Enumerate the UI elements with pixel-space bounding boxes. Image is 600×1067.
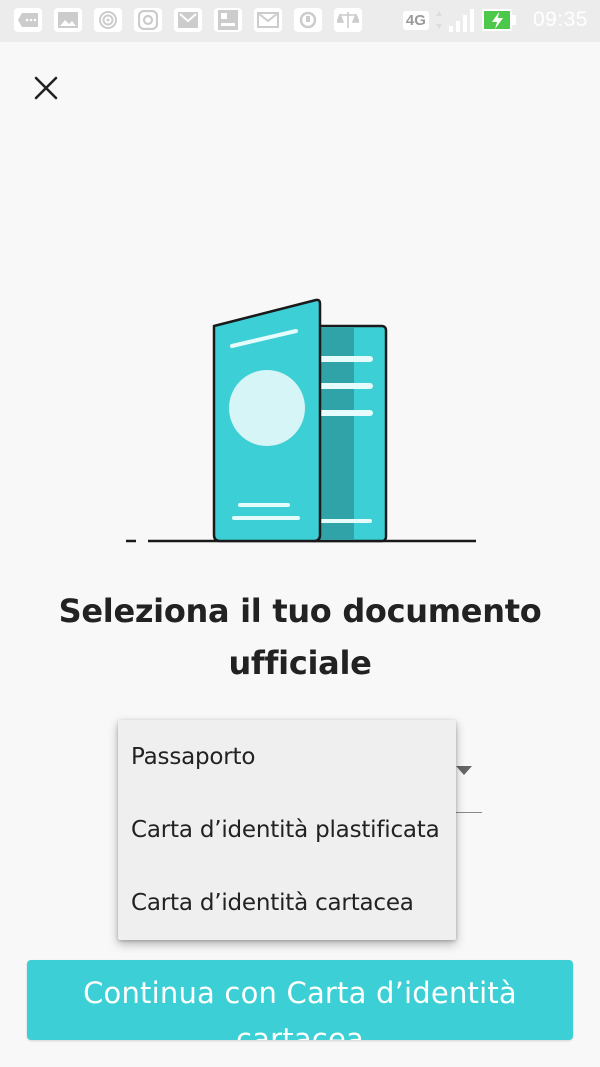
gmail-icon bbox=[174, 8, 202, 32]
status-bar: 4G 09:35 bbox=[0, 0, 600, 42]
dropdown-arrow-icon[interactable] bbox=[456, 766, 472, 775]
system-status: 4G 09:35 bbox=[402, 8, 588, 32]
signal-icon bbox=[448, 9, 474, 32]
gallery-icon bbox=[54, 8, 82, 32]
mail-icon bbox=[254, 8, 282, 32]
instagram-icon bbox=[134, 8, 162, 32]
page-title: Seleziona il tuo documento ufficiale bbox=[58, 592, 542, 682]
data-arrows-icon bbox=[435, 11, 442, 29]
message-icon bbox=[14, 8, 42, 32]
continue-button[interactable]: Continua con Carta d’identità cartacea bbox=[27, 960, 573, 1040]
battery-charging-icon bbox=[481, 9, 516, 31]
option-carta-identita-cartacea[interactable]: Carta d’identità cartacea bbox=[118, 866, 456, 939]
option-carta-identita-plastificata[interactable]: Carta d’identità plastificata bbox=[118, 793, 456, 866]
hotspot-icon bbox=[94, 8, 122, 32]
option-passaporto[interactable]: Passaporto bbox=[118, 720, 456, 793]
document-type-menu: Passaporto Carta d’identità plastificata… bbox=[118, 720, 456, 940]
continue-button-label: Continua con Carta d’identità cartacea bbox=[83, 976, 517, 1040]
sync-icon bbox=[294, 8, 322, 32]
network-type: 4G bbox=[402, 10, 429, 30]
close-icon bbox=[34, 76, 58, 100]
close-button[interactable] bbox=[26, 68, 66, 108]
scales-icon bbox=[334, 8, 362, 32]
clock: 09:35 bbox=[532, 8, 588, 31]
id-documents-illustration bbox=[126, 298, 476, 543]
notification-icons bbox=[14, 8, 362, 32]
news-icon bbox=[214, 8, 242, 32]
